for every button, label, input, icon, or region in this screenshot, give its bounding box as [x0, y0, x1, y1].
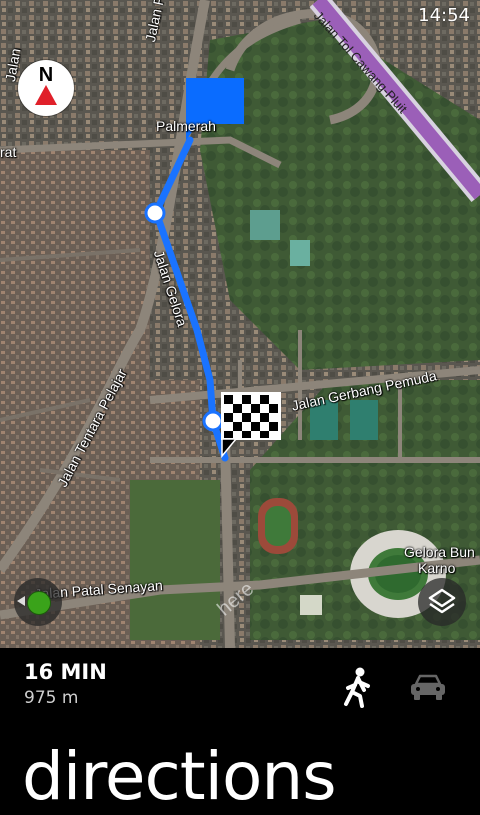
route-distance: 975 m — [24, 688, 79, 708]
page-title: directions — [22, 738, 337, 815]
landmark-label: Karno — [418, 560, 456, 576]
route-waypoint — [144, 202, 166, 224]
car-icon — [411, 674, 445, 700]
street-label: rat — [0, 144, 17, 160]
my-location-button[interactable] — [14, 578, 62, 626]
layers-icon — [428, 588, 456, 614]
walk-icon — [344, 667, 370, 708]
location-arrow-icon — [17, 596, 25, 606]
route-summary-panel: 16 MIN 975 m directions — [0, 648, 480, 815]
compass-north-label: N — [38, 64, 54, 86]
route-duration: 16 MIN — [24, 660, 107, 684]
status-time: 14:54 — [418, 5, 470, 26]
landmark-label: Gelora Bun — [404, 544, 475, 560]
compass-button[interactable]: N — [18, 60, 74, 116]
map-view[interactable]: Jalan Palmerah Jalan Tol Cawang-Pluit Pa… — [0, 0, 480, 648]
area-label: Palmerah — [156, 118, 216, 134]
compass-arrow-icon — [35, 85, 57, 105]
walk-mode-button[interactable] — [338, 666, 378, 710]
destination-flag-icon — [221, 392, 281, 459]
map-layers-button[interactable] — [418, 578, 466, 626]
route-waypoint — [202, 410, 224, 432]
car-mode-button[interactable] — [408, 672, 448, 704]
location-dot-icon — [27, 591, 51, 615]
